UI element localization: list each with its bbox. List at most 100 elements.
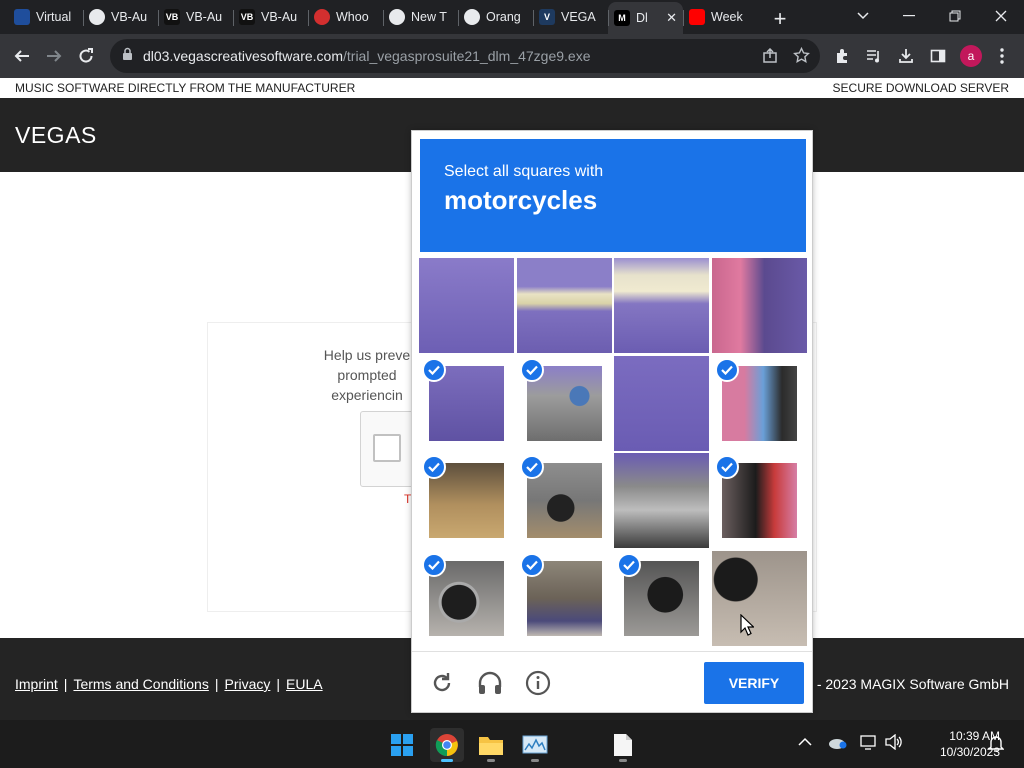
back-icon[interactable] bbox=[8, 42, 36, 70]
tab-search-icon[interactable] bbox=[840, 0, 886, 32]
checkmark-icon bbox=[422, 455, 446, 479]
forward-icon[interactable] bbox=[40, 42, 68, 70]
browser-tab[interactable]: Week bbox=[683, 2, 758, 32]
clock-time: 10:39 AM bbox=[949, 729, 1000, 743]
tile-image bbox=[516, 258, 612, 353]
browser-tab[interactable]: VB-Au bbox=[83, 2, 158, 32]
captcha-tile[interactable] bbox=[614, 453, 709, 548]
volume-icon[interactable] bbox=[885, 733, 903, 753]
captcha-tile[interactable] bbox=[419, 356, 514, 451]
captcha-tile[interactable] bbox=[614, 258, 709, 353]
lock-icon[interactable] bbox=[122, 47, 133, 65]
tile-image bbox=[711, 550, 807, 646]
captcha-tile[interactable] bbox=[711, 550, 807, 646]
vegas-icon: V bbox=[539, 9, 555, 25]
new-tab-button[interactable]: + bbox=[764, 4, 796, 34]
bookmark-star-icon[interactable] bbox=[793, 46, 810, 69]
challenge-footer: VERIFY bbox=[412, 651, 812, 713]
browser-tab[interactable]: Orang bbox=[458, 2, 533, 32]
audio-challenge-icon[interactable] bbox=[475, 668, 505, 698]
start-button[interactable] bbox=[385, 728, 419, 762]
more-menu-icon[interactable] bbox=[988, 42, 1016, 70]
captcha-tile[interactable] bbox=[419, 453, 514, 548]
reload-icon[interactable] bbox=[72, 42, 100, 70]
side-panel-icon[interactable] bbox=[924, 42, 952, 70]
close-window-icon[interactable] bbox=[978, 0, 1024, 32]
browser-tab[interactable]: New T bbox=[383, 2, 458, 32]
challenge-object: motorcycles bbox=[444, 185, 598, 215]
captcha-tile[interactable] bbox=[712, 356, 807, 451]
media-control-icon[interactable] bbox=[860, 42, 888, 70]
browser-tab[interactable]: Virtual bbox=[8, 2, 83, 32]
share-icon[interactable] bbox=[762, 47, 778, 69]
tab-title: Virtual bbox=[36, 10, 72, 24]
browser-tab[interactable]: VB VB-Au bbox=[233, 2, 308, 32]
tab-title: New T bbox=[411, 10, 447, 24]
tab-title: Orang bbox=[486, 10, 521, 24]
checkmark-icon bbox=[519, 357, 544, 382]
network-icon[interactable] bbox=[860, 734, 878, 753]
checkmark-icon bbox=[519, 552, 544, 577]
url-host: dl03.vegascreativesoftware.com bbox=[143, 48, 343, 64]
magix-icon: M bbox=[614, 10, 630, 26]
challenge-header: Select all squares with motorcycles bbox=[420, 139, 806, 252]
vb-audio-icon: VB bbox=[239, 9, 255, 25]
captcha-tile[interactable] bbox=[614, 551, 709, 646]
tab-title: VEGA bbox=[561, 10, 596, 24]
minimize-icon[interactable] bbox=[886, 0, 932, 32]
weather-icon[interactable] bbox=[828, 734, 848, 753]
checkmark-icon bbox=[422, 357, 446, 382]
system-clock[interactable]: 10:39 AM 10/30/2023 bbox=[910, 728, 1000, 760]
footer-link-imprint[interactable]: Imprint bbox=[15, 676, 58, 692]
browser-tab[interactable]: M Dl ✕ bbox=[608, 2, 683, 34]
taskbar-chrome[interactable] bbox=[430, 728, 464, 762]
info-icon[interactable] bbox=[523, 668, 553, 698]
captcha-tile[interactable] bbox=[517, 356, 612, 451]
close-tab-icon[interactable]: ✕ bbox=[662, 10, 677, 26]
address-bar[interactable]: dl03.vegascreativesoftware.com/trial_veg… bbox=[110, 39, 820, 73]
captcha-tile[interactable] bbox=[712, 453, 807, 548]
checkmark-icon bbox=[422, 552, 446, 577]
captcha-tile[interactable] bbox=[517, 551, 612, 646]
captcha-tile[interactable] bbox=[614, 355, 709, 451]
footer-links: Imprint | Terms and Conditions | Privacy | EUL… bbox=[15, 676, 323, 692]
profile-avatar[interactable]: a bbox=[960, 45, 982, 67]
taskbar-notepad[interactable] bbox=[606, 728, 640, 762]
checkmark-icon bbox=[519, 455, 544, 479]
footer-link-privacy[interactable]: Privacy bbox=[224, 676, 270, 692]
captcha-tile[interactable] bbox=[711, 258, 807, 353]
checkmark-icon bbox=[714, 357, 739, 382]
help-line: experiencin bbox=[331, 387, 403, 403]
reload-challenge-icon[interactable] bbox=[427, 668, 457, 698]
vb-audio-icon: VB bbox=[164, 9, 180, 25]
extensions-icon[interactable] bbox=[828, 42, 856, 70]
separator: | bbox=[63, 676, 68, 692]
captcha-tile[interactable] bbox=[516, 258, 612, 353]
captcha-tile[interactable] bbox=[419, 258, 514, 353]
page-topbar: MUSIC SOFTWARE DIRECTLY FROM THE MANUFAC… bbox=[0, 78, 1024, 98]
show-hidden-icons-icon[interactable] bbox=[798, 734, 812, 750]
taskbar-app-monitor[interactable] bbox=[518, 728, 552, 762]
footer-link-terms[interactable]: Terms and Conditions bbox=[73, 676, 208, 692]
downloads-icon[interactable] bbox=[892, 42, 920, 70]
captcha-tile[interactable] bbox=[517, 453, 612, 548]
chrome-icon bbox=[435, 734, 458, 757]
recaptcha-checkbox[interactable] bbox=[373, 434, 401, 462]
tab-title: Dl bbox=[636, 11, 648, 25]
copyright-text: 3 - 2023 MAGIX Software GmbH bbox=[805, 676, 1009, 692]
browser-tab[interactable]: VB VB-Au bbox=[158, 2, 233, 32]
browser-tab[interactable]: Whoo bbox=[308, 2, 383, 32]
footer-link-eula[interactable]: EULA bbox=[286, 676, 323, 692]
help-line: Help us preve bbox=[323, 347, 411, 363]
separator: | bbox=[276, 676, 281, 692]
browser-tab[interactable]: V VEGA bbox=[533, 2, 608, 32]
checkmark-icon bbox=[714, 455, 739, 479]
vegas-logo[interactable]: VEGAS bbox=[15, 122, 97, 149]
captcha-tile[interactable] bbox=[419, 551, 514, 646]
taskbar-file-explorer[interactable] bbox=[474, 728, 508, 762]
restore-icon[interactable] bbox=[932, 0, 978, 32]
verify-button[interactable]: VERIFY bbox=[704, 662, 804, 704]
tile-image bbox=[614, 453, 709, 548]
help-line: prompted bbox=[337, 367, 397, 383]
notifications-icon[interactable] bbox=[987, 735, 1005, 756]
